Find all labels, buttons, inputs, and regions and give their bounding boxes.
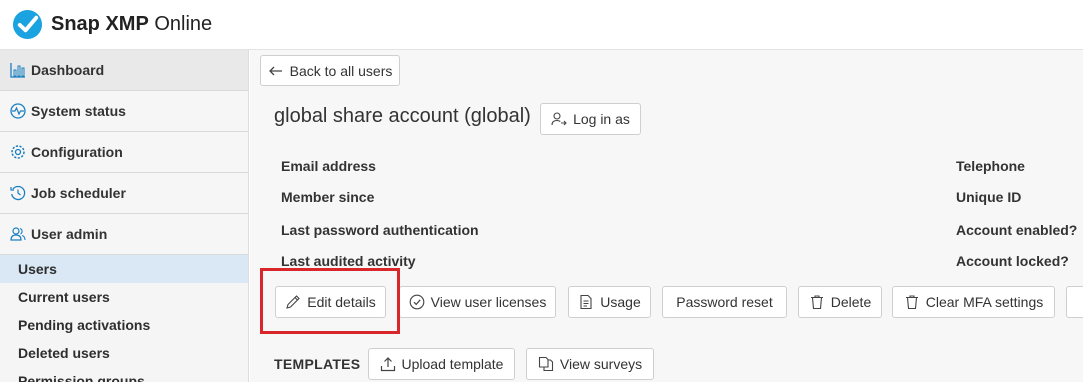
usage-label: Usage (600, 294, 641, 310)
password-reset-label: Password reset (676, 294, 773, 310)
top-bar: Snap XMP Online (0, 0, 1083, 50)
delete-button[interactable]: Delete (798, 286, 882, 318)
unique-id-label: Unique ID (956, 189, 1022, 205)
delete-label: Delete (830, 294, 872, 310)
page-title: global share account (global) (274, 105, 531, 127)
templates-heading: TEMPLATES (274, 356, 361, 372)
sidebar-subitem-deleted-users[interactable]: Deleted users (0, 339, 248, 367)
user-login-icon (551, 112, 567, 126)
more-actions-button[interactable] (1066, 286, 1083, 318)
upload-template-label: Upload template (401, 356, 504, 372)
arrow-left-icon (268, 66, 282, 75)
sidebar-item-label: Dashboard (31, 62, 105, 78)
sidebar-item-label: System status (31, 103, 126, 119)
sidebar-item-user-admin[interactable]: User admin (0, 214, 248, 255)
telephone-label: Telephone (956, 158, 1025, 174)
log-in-as-label: Log in as (573, 111, 630, 127)
sidebar-item-label: User admin (31, 226, 108, 242)
trash-icon (810, 295, 823, 310)
usage-button[interactable]: Usage (568, 286, 651, 318)
edit-details-highlight (260, 268, 400, 334)
member-since-label: Member since (281, 189, 375, 205)
back-to-all-users-button[interactable]: Back to all users (260, 55, 400, 86)
sidebar: Dashboard System status Configuration Jo… (0, 50, 249, 382)
clear-mfa-settings-label: Clear MFA settings (925, 294, 1044, 310)
account-locked-label: Account locked? (956, 253, 1069, 269)
logo-check-icon[interactable] (12, 9, 43, 40)
view-surveys-label: View surveys (559, 356, 643, 372)
log-in-as-button[interactable]: Log in as (540, 103, 641, 135)
sidebar-subitem-users[interactable]: Users (0, 255, 248, 283)
check-circle-icon (409, 294, 425, 310)
sidebar-item-dashboard[interactable]: Dashboard (0, 50, 248, 91)
view-user-licenses-button[interactable]: View user licenses (399, 286, 556, 318)
gear-icon (11, 145, 25, 159)
bar-chart-icon (10, 63, 25, 78)
last-password-auth-label: Last password authentication (281, 222, 479, 238)
app-title: Snap XMP Online (51, 13, 213, 35)
sidebar-subitem-permission-groups[interactable]: Permission groups (0, 367, 248, 382)
back-button-label: Back to all users (289, 62, 393, 79)
upload-template-button[interactable]: Upload template (368, 348, 515, 380)
email-address-label: Email address (281, 158, 376, 174)
heartbeat-icon (10, 103, 26, 119)
users-icon (10, 227, 26, 241)
last-audited-activity-label: Last audited activity (281, 253, 416, 269)
trash-icon (905, 295, 918, 310)
password-reset-button[interactable]: Password reset (662, 286, 787, 318)
copy-documents-icon (538, 356, 553, 372)
sidebar-item-label: Job scheduler (31, 185, 126, 201)
document-icon (580, 294, 592, 310)
sidebar-item-job-scheduler[interactable]: Job scheduler (0, 173, 248, 214)
sidebar-item-label: Configuration (31, 144, 123, 160)
sidebar-item-configuration[interactable]: Configuration (0, 132, 248, 173)
account-enabled-label: Account enabled? (956, 222, 1078, 238)
view-user-licenses-label: View user licenses (430, 294, 547, 310)
sidebar-item-system-status[interactable]: System status (0, 91, 248, 132)
sidebar-subitem-current-users[interactable]: Current users (0, 283, 248, 311)
upload-icon (380, 357, 395, 372)
sidebar-subitem-pending-activations[interactable]: Pending activations (0, 311, 248, 339)
main-content: Back to all users global share account (… (250, 50, 1083, 382)
clock-history-icon (10, 185, 26, 201)
view-surveys-button[interactable]: View surveys (526, 348, 654, 380)
clear-mfa-settings-button[interactable]: Clear MFA settings (892, 286, 1055, 318)
